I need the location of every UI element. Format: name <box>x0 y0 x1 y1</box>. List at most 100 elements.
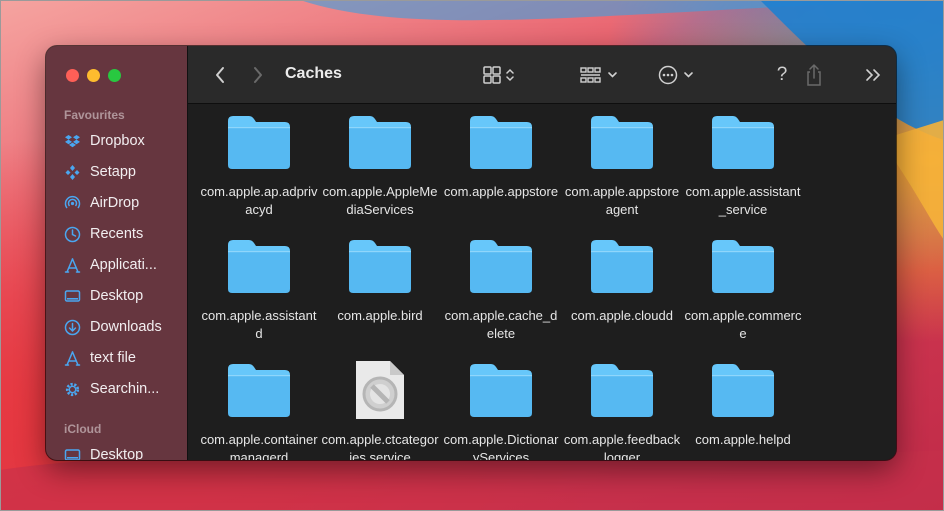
sidebar-item-airdrop[interactable]: AirDrop <box>64 191 184 215</box>
folder-icon <box>349 116 411 169</box>
sidebar-item-label: Searchin... <box>90 381 160 397</box>
sidebar-item-label: Recents <box>90 226 144 242</box>
folder-item[interactable]: com.apple.cache_delete <box>441 237 561 343</box>
folder-item[interactable]: com.apple.containermanagerd <box>199 361 319 460</box>
folder-icon <box>591 364 653 417</box>
item-icon <box>467 113 535 171</box>
folder-icon <box>349 240 411 293</box>
folder-icon <box>712 240 774 293</box>
folder-item[interactable]: com.apple.appstoreagent <box>562 113 682 219</box>
item-icon <box>588 113 656 171</box>
folder-icon <box>591 116 653 169</box>
chevron-right-icon <box>254 67 262 83</box>
ellipsis-icon <box>658 65 693 85</box>
item-icon <box>225 113 293 171</box>
more-toolbar-button[interactable] <box>862 62 884 88</box>
minimize-button[interactable] <box>87 69 100 82</box>
sidebar-item-setapp[interactable]: Setapp <box>64 160 184 184</box>
folder-item[interactable]: com.apple.bird <box>320 237 440 325</box>
group-by-button[interactable] <box>578 62 622 88</box>
share-button[interactable] <box>802 62 826 88</box>
forward-button[interactable] <box>248 62 268 88</box>
zoom-button[interactable] <box>108 69 121 82</box>
desktop-icon <box>64 288 81 305</box>
applications-icon <box>64 257 81 274</box>
dropbox-icon <box>64 133 81 150</box>
sidebar-item-label: AirDrop <box>90 195 140 211</box>
item-name: com.apple.ctcategories.service <box>321 432 439 460</box>
item-name: com.apple.containermanagerd <box>200 432 318 460</box>
icloud-heading: iCloud <box>64 422 102 436</box>
sidebar-item-text-file[interactable]: text file <box>64 346 184 370</box>
sidebar-item-label: Desktop <box>90 288 144 304</box>
item-name: com.apple.assistantd <box>201 308 317 341</box>
view-options-button[interactable] <box>480 62 520 88</box>
applications-icon <box>64 350 81 367</box>
item-icon <box>346 361 414 419</box>
folder-item[interactable]: com.apple.assistant_service <box>683 113 803 219</box>
clock-icon <box>64 226 81 243</box>
folder-item[interactable]: com.apple.AppleMediaServices <box>320 113 440 219</box>
sidebar-item-label: text file <box>90 350 136 366</box>
sidebar-item-recents[interactable]: Recents <box>64 222 184 246</box>
folder-item[interactable]: com.apple.appstore <box>441 113 561 201</box>
sidebar-item-desktop[interactable]: Desktop <box>64 443 184 460</box>
item-icon <box>346 113 414 171</box>
sidebar-item-desktop[interactable]: Desktop <box>64 284 184 308</box>
item-icon <box>588 361 656 419</box>
airdrop-icon <box>64 195 81 212</box>
item-icon <box>709 113 777 171</box>
folder-item[interactable]: com.apple.feedbacklogger <box>562 361 682 460</box>
sidebar-item-label: Downloads <box>90 319 162 335</box>
folder-item[interactable]: com.apple.DictionaryServices <box>441 361 561 460</box>
folder-icon <box>228 116 290 169</box>
item-name: com.apple.AppleMediaServices <box>322 184 438 217</box>
file-grid: com.apple.ap.adprivacyd com.apple.AppleM… <box>188 104 896 460</box>
group-by-icon <box>580 67 617 83</box>
folder-item[interactable]: com.apple.ap.adprivacyd <box>199 113 319 219</box>
folder-item[interactable]: com.apple.commerce <box>683 237 803 343</box>
folder-icon <box>712 364 774 417</box>
folder-icon <box>591 240 653 293</box>
item-name: com.apple.helpd <box>695 432 791 447</box>
item-name: com.apple.DictionaryServices <box>443 432 559 460</box>
file-item[interactable]: com.apple.ctcategories.service <box>320 361 440 460</box>
double-chevron-icon <box>866 69 881 81</box>
folder-icon <box>470 364 532 417</box>
gear-icon <box>64 381 81 398</box>
item-name: com.apple.commerce <box>684 308 802 341</box>
folder-item[interactable]: com.apple.cloudd <box>562 237 682 325</box>
item-icon <box>467 361 535 419</box>
sidebar-item-downloads[interactable]: Downloads <box>64 315 184 339</box>
item-icon <box>709 237 777 295</box>
favourites-heading: Favourites <box>64 108 125 122</box>
chevron-left-icon <box>216 67 224 83</box>
item-icon <box>225 237 293 295</box>
window-controls <box>66 69 121 82</box>
item-name: com.apple.bird <box>337 308 423 323</box>
folder-icon <box>228 240 290 293</box>
desktop-icon <box>64 447 81 460</box>
sidebar: Favourites Dropbox Setapp AirDrop Recents Ap… <box>46 46 188 460</box>
sidebar-item-dropbox[interactable]: Dropbox <box>64 129 184 153</box>
action-menu-button[interactable] <box>656 62 700 88</box>
folder-icon <box>712 116 774 169</box>
sidebar-item-searchin[interactable]: Searchin... <box>64 377 184 401</box>
sidebar-item-label: Applicati... <box>90 257 157 273</box>
window-title: Caches <box>285 65 342 82</box>
download-icon <box>64 319 81 336</box>
grid-view-icon <box>483 66 514 84</box>
folder-item[interactable]: com.apple.helpd <box>683 361 803 449</box>
sidebar-item-applicati[interactable]: Applicati... <box>64 253 184 277</box>
help-button[interactable]: ? <box>772 62 792 88</box>
item-name: com.apple.appstore <box>443 184 559 199</box>
folder-icon <box>470 240 532 293</box>
share-icon <box>807 63 821 86</box>
close-button[interactable] <box>66 69 79 82</box>
folder-item[interactable]: com.apple.assistantd <box>199 237 319 343</box>
back-button[interactable] <box>210 62 230 88</box>
sidebar-item-label: Dropbox <box>90 133 145 149</box>
item-icon <box>467 237 535 295</box>
item-icon <box>588 237 656 295</box>
item-name: com.apple.cache_delete <box>444 308 558 341</box>
